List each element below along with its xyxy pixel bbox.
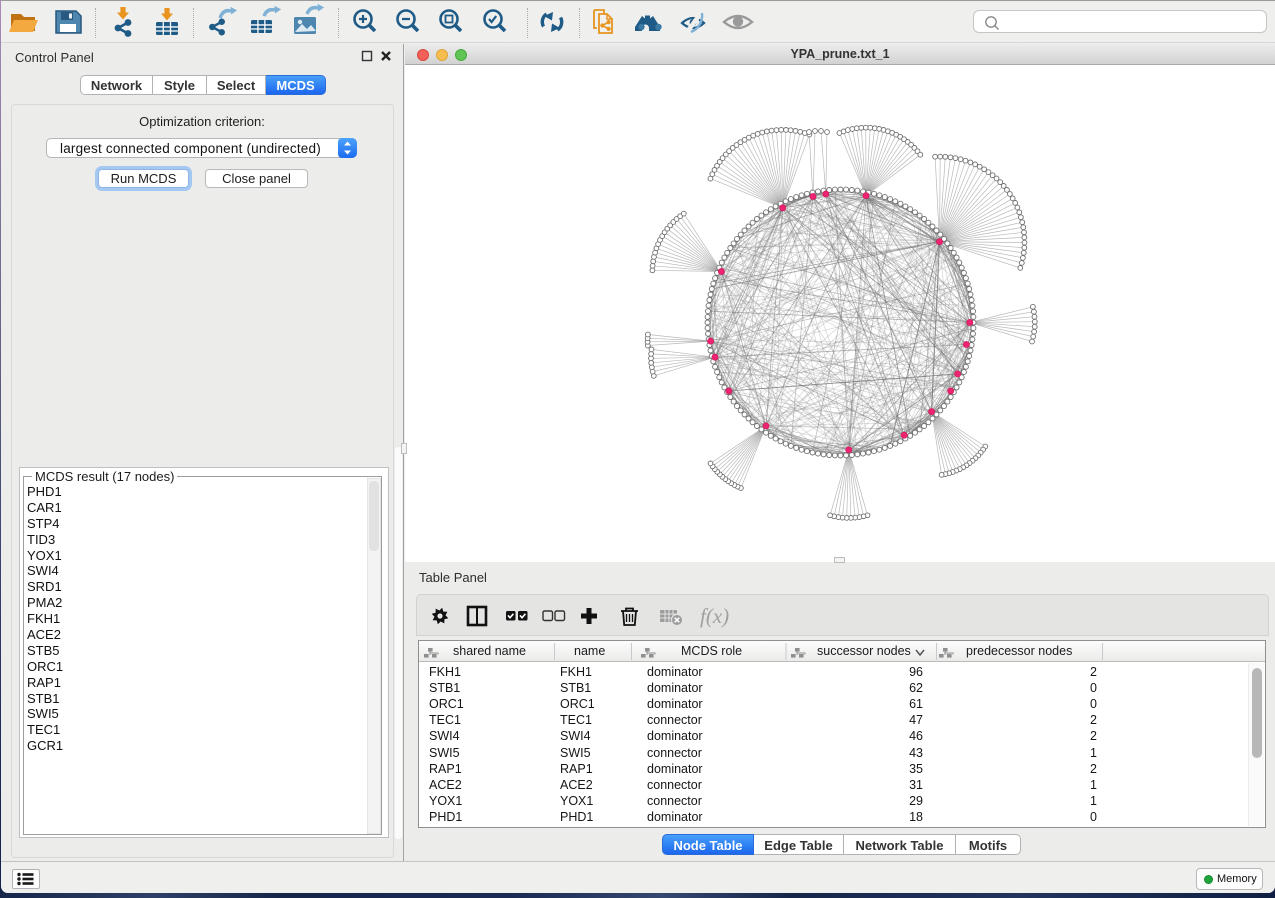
svg-text:f(x): f(x) — [700, 604, 729, 628]
